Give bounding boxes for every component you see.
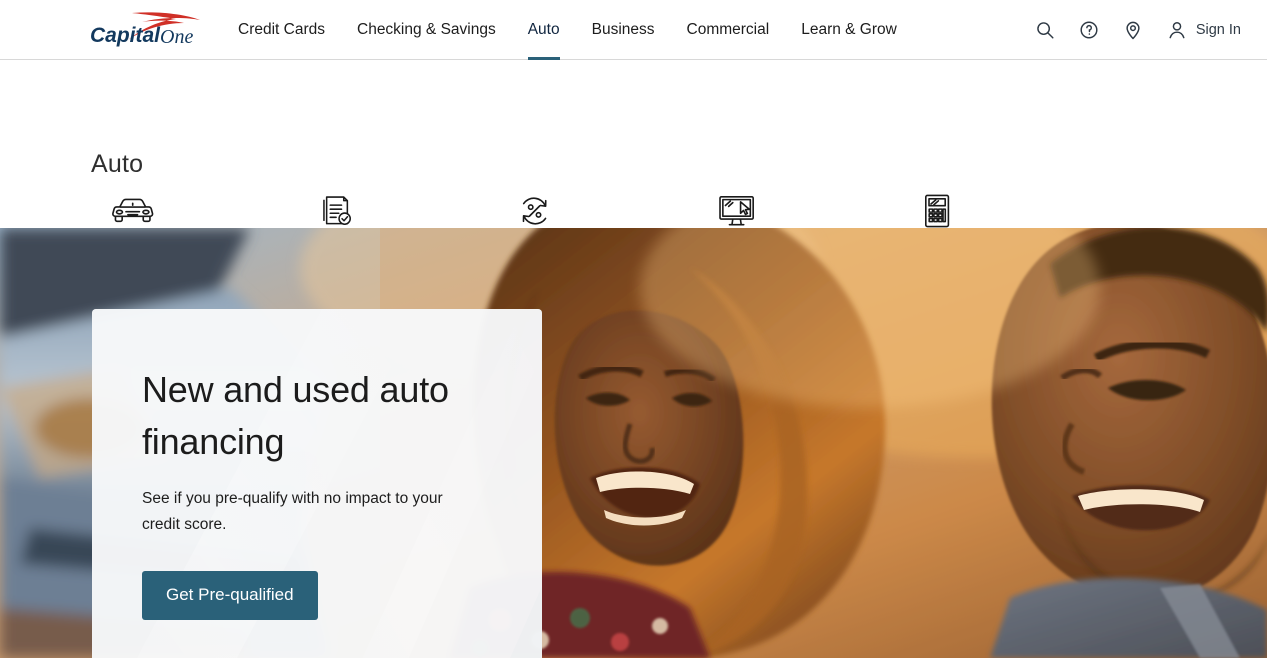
capital-one-logo[interactable]: Capital One (88, 11, 210, 51)
location-pin-icon[interactable] (1122, 19, 1144, 41)
person-icon (1169, 22, 1185, 39)
nav-label: Auto (527, 21, 560, 38)
site-header: Capital One Credit Cards Checking & Savi… (0, 0, 1267, 60)
nav-item-commercial[interactable]: Commercial (687, 0, 770, 60)
nav-item-business[interactable]: Business (592, 0, 655, 60)
primary-navigation: Credit Cards Checking & Savings Auto Bus… (238, 0, 897, 60)
logo-capital-text: Capital (90, 24, 161, 47)
monitor-cursor-icon (717, 190, 757, 232)
capital-one-auto-page: Capital One Credit Cards Checking & Savi… (0, 0, 1267, 658)
search-icon[interactable] (1034, 19, 1056, 41)
sign-in-button[interactable]: Sign In (1166, 19, 1241, 41)
nav-label: Checking & Savings (357, 21, 496, 38)
hero-subtext: See if you pre-qualify with no impact to… (142, 490, 443, 533)
nav-item-checking-savings[interactable]: Checking & Savings (357, 0, 496, 60)
page-title: Auto (91, 150, 144, 178)
document-check-icon (319, 190, 355, 232)
nav-label: Commercial (686, 21, 770, 38)
nav-item-learn-grow[interactable]: Learn & Grow (801, 0, 897, 60)
nav-label: Business (591, 21, 655, 38)
sign-in-label: Sign In (1195, 22, 1241, 38)
nav-item-credit-cards[interactable]: Credit Cards (238, 0, 325, 60)
logo-one-text: One (160, 26, 193, 48)
help-circle-icon[interactable] (1078, 19, 1100, 41)
get-pre-qualified-button[interactable]: Get Pre-qualified (142, 571, 318, 620)
hero-headline: New and used auto financing (142, 369, 449, 462)
calculator-icon (921, 190, 953, 232)
car-front-icon (110, 190, 156, 232)
auto-subnav-section: Auto Search Cars (0, 60, 1267, 260)
percent-refresh-icon (516, 190, 554, 232)
nav-label: Learn & Grow (801, 21, 897, 38)
nav-item-auto[interactable]: Auto (527, 0, 560, 60)
hero-card-content: New and used auto financing See if you p… (142, 364, 508, 620)
header-utility-bar: Sign In (1034, 0, 1241, 60)
hero-banner: New and used auto financing See if you p… (0, 228, 1267, 658)
hero-card: New and used auto financing See if you p… (92, 309, 542, 658)
nav-label: Credit Cards (238, 21, 325, 38)
